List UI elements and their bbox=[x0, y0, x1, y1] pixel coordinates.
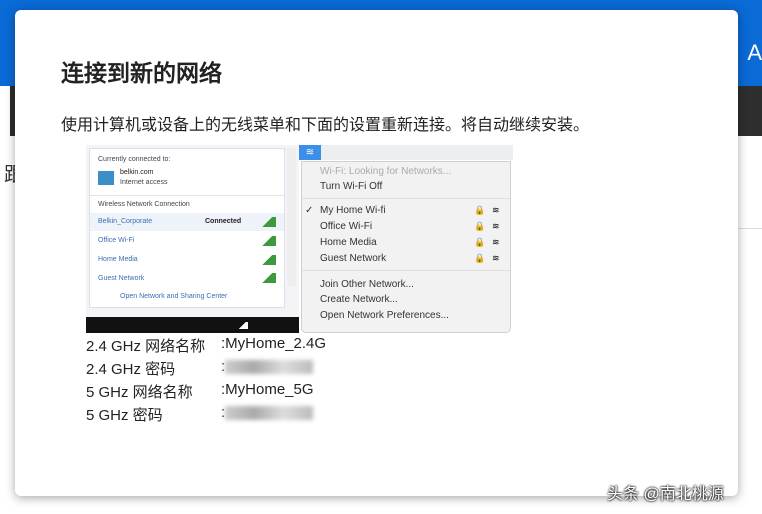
redacted-password bbox=[225, 360, 314, 375]
windows-wifi-panel: Currently connected to: belkin.com Inter… bbox=[86, 145, 299, 333]
setting-row: 5 GHz 密码: bbox=[86, 404, 314, 425]
watermark: 头条 @南北桃源 bbox=[607, 486, 724, 503]
setting-label: 2.4 GHz 网络名称 bbox=[86, 338, 206, 355]
network-item[interactable]: Guest Network bbox=[320, 253, 386, 264]
turn-wifi-off[interactable]: Turn Wi-Fi Off bbox=[320, 181, 382, 192]
network-item[interactable]: Office Wi-Fi bbox=[98, 237, 134, 244]
header-text: A bbox=[747, 40, 762, 65]
check-icon: ✓ bbox=[305, 205, 314, 216]
open-network-preferences[interactable]: Open Network Preferences... bbox=[320, 310, 449, 321]
connect-dialog: 连接到新的网络 使用计算机或设备上的无线菜单和下面的设置重新连接。将自动继续安装… bbox=[15, 10, 738, 496]
lock-icon: 🔒 bbox=[474, 205, 486, 215]
network-item[interactable]: Belkin_Corporate bbox=[98, 218, 152, 225]
signal-icon bbox=[258, 255, 276, 265]
divider bbox=[738, 228, 762, 229]
dialog-title: 连接到新的网络 bbox=[61, 60, 222, 86]
setting-row: 2.4 GHz 密码: bbox=[86, 358, 314, 379]
wifi-icon: ≋ bbox=[492, 221, 500, 231]
setting-value: :MyHome_5G bbox=[221, 381, 314, 398]
wifi-icon: ≋ bbox=[492, 253, 500, 263]
setting-row: 2.4 GHz 网络名称 :MyHome_2.4G bbox=[86, 335, 326, 356]
scrollbar[interactable] bbox=[287, 148, 296, 286]
network-item[interactable]: My Home Wi-fi bbox=[320, 205, 386, 216]
signal-icon bbox=[258, 273, 276, 283]
network-item[interactable]: Home Media bbox=[98, 256, 138, 263]
create-network[interactable]: Create Network... bbox=[320, 294, 398, 305]
network-name: belkin.com bbox=[120, 169, 154, 176]
wifi-icon: ≋ bbox=[492, 237, 500, 247]
wifi-status: Wi-Fi: Looking for Networks... bbox=[320, 166, 452, 177]
signal-icon bbox=[236, 322, 248, 329]
wifi-instructions-image: Currently connected to: belkin.com Inter… bbox=[86, 145, 513, 333]
network-status: Connected bbox=[205, 218, 242, 225]
setting-value: :MyHome_2.4G bbox=[221, 335, 327, 352]
setting-label: 5 GHz 网络名称 bbox=[86, 384, 193, 401]
setting-label: 2.4 GHz 密码 bbox=[86, 361, 176, 378]
network-icon bbox=[98, 171, 114, 185]
setting-row: 5 GHz 网络名称 :MyHome_5G bbox=[86, 381, 314, 402]
lock-icon: 🔒 bbox=[474, 221, 486, 231]
network-item[interactable]: Guest Network bbox=[98, 275, 144, 282]
access-status: Internet access bbox=[120, 179, 168, 186]
join-other-network[interactable]: Join Other Network... bbox=[320, 279, 414, 290]
mac-wifi-menu: ≋ Wi-Fi: Looking for Networks... Turn Wi… bbox=[299, 145, 513, 333]
wifi-icon: ≋ bbox=[492, 205, 500, 215]
wifi-icon[interactable]: ≋ bbox=[299, 145, 321, 160]
network-item[interactable]: Home Media bbox=[320, 237, 377, 248]
section-label: Wireless Network Connection bbox=[98, 201, 190, 208]
setting-label: 5 GHz 密码 bbox=[86, 407, 163, 424]
signal-icon bbox=[258, 217, 276, 227]
lock-icon: 🔒 bbox=[474, 253, 486, 263]
open-network-center-link[interactable]: Open Network and Sharing Center bbox=[120, 293, 227, 300]
lock-icon: 🔒 bbox=[474, 237, 486, 247]
network-item[interactable]: Office Wi-Fi bbox=[320, 221, 372, 232]
redacted-password bbox=[225, 406, 314, 421]
connected-label: Currently connected to: bbox=[98, 156, 171, 163]
dialog-description: 使用计算机或设备上的无线菜单和下面的设置重新连接。将自动继续安装。 bbox=[61, 117, 590, 134]
signal-icon bbox=[258, 236, 276, 246]
taskbar bbox=[86, 317, 299, 333]
